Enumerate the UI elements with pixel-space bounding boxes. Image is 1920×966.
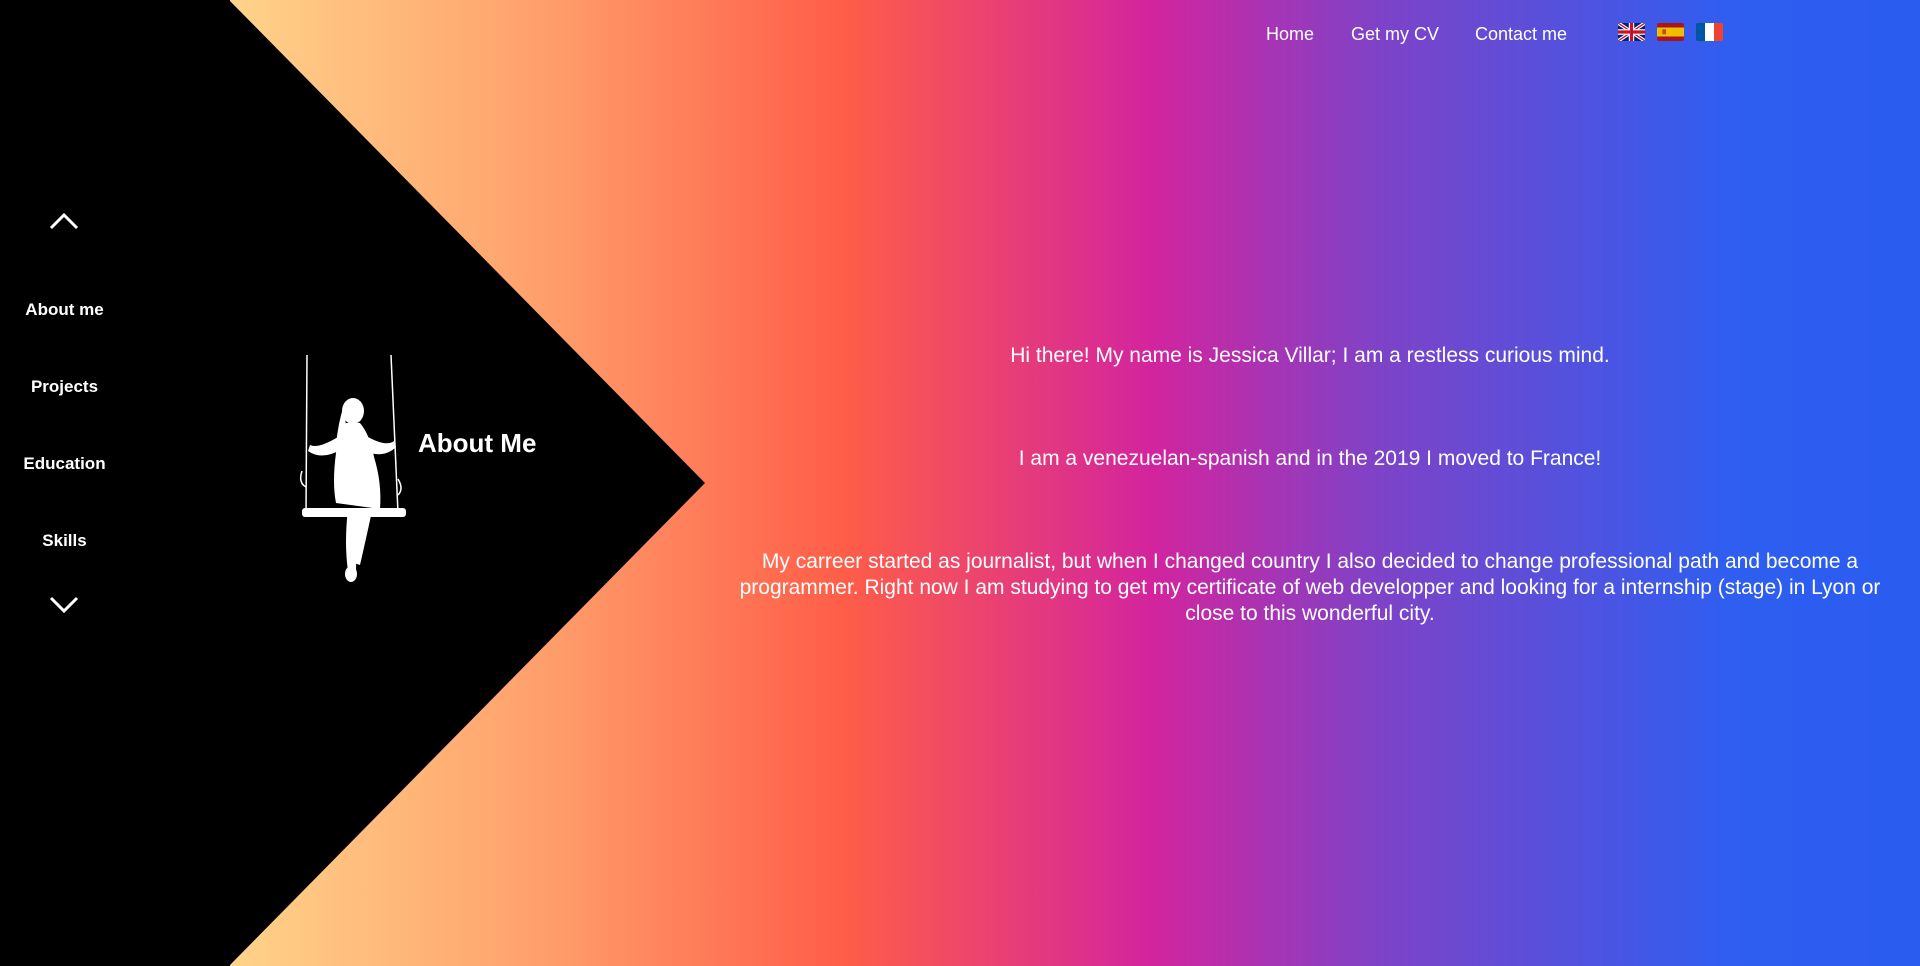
uk-flag-icon[interactable] (1618, 23, 1645, 41)
sidebar-item-projects[interactable]: Projects (0, 377, 129, 397)
sidebar-item-education[interactable]: Education (0, 454, 129, 474)
about-paragraph-intro: Hi there! My name is Jessica Villar; I a… (1010, 344, 1610, 367)
section-title: About Me (418, 428, 537, 458)
sidebar-item-skills[interactable]: Skills (0, 531, 129, 551)
chevron-up-icon[interactable] (49, 212, 79, 230)
nav-home-link[interactable]: Home (1266, 24, 1314, 45)
spain-flag-icon[interactable] (1657, 23, 1684, 41)
about-paragraph-career: My carreer started as journalist, but wh… (739, 550, 1881, 625)
france-flag-icon[interactable] (1696, 23, 1723, 41)
chevron-down-icon[interactable] (49, 596, 79, 614)
nav-contact-link[interactable]: Contact me (1475, 24, 1567, 45)
girl-on-swing-icon (299, 354, 406, 582)
sidebar (0, 0, 230, 966)
about-paragraph-origin: I am a venezuelan-spanish and in the 201… (1018, 447, 1602, 470)
nav-cv-link[interactable]: Get my CV (1351, 24, 1439, 45)
sidebar-item-about-me[interactable]: About me (0, 300, 129, 320)
page-background: About me Projects Education Skills About… (0, 0, 1920, 966)
